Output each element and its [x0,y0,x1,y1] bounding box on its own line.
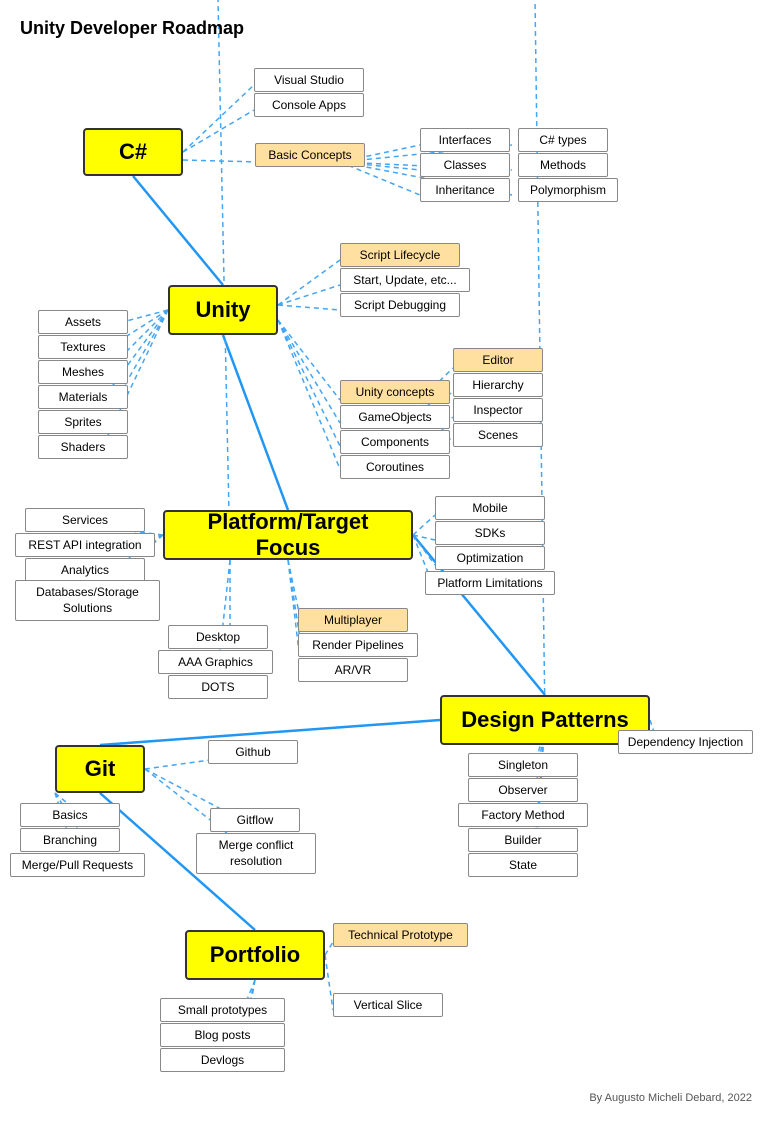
box-databases: Databases/StorageSolutions [15,580,160,621]
box-start-update: Start, Update, etc... [340,268,470,292]
box-components: Components [340,430,450,454]
box-dots: DOTS [168,675,268,699]
box-state: State [468,853,578,877]
box-optimization: Optimization [435,546,545,570]
box-platform-lim: Platform Limitations [425,571,555,595]
box-scenes: Scenes [453,423,543,447]
box-multiplayer: Multiplayer [298,608,408,632]
box-observer: Observer [468,778,578,802]
box-script-lifecycle: Script Lifecycle [340,243,460,267]
box-singleton: Singleton [468,753,578,777]
node-portfolio: Portfolio [185,930,325,980]
box-coroutines: Coroutines [340,455,450,479]
box-desktop: Desktop [168,625,268,649]
box-merge-conflict: Merge conflictresolution [196,833,316,874]
box-csharp-types: C# types [518,128,608,152]
box-inheritance: Inheritance [420,178,510,202]
box-factory-method: Factory Method [458,803,588,827]
box-sprites: Sprites [38,410,128,434]
box-ar-vr: AR/VR [298,658,408,682]
box-basics: Basics [20,803,120,827]
box-sdks: SDKs [435,521,545,545]
box-merge-pull: Merge/Pull Requests [10,853,145,877]
box-interfaces: Interfaces [420,128,510,152]
box-textures: Textures [38,335,128,359]
box-dependency-injection: Dependency Injection [618,730,753,754]
box-console-apps: Console Apps [254,93,364,117]
box-aaa-graphics: AAA Graphics [158,650,273,674]
box-meshes: Meshes [38,360,128,384]
box-assets: Assets [38,310,128,334]
box-basic-concepts: Basic Concepts [255,143,365,167]
node-platform: Platform/Target Focus [163,510,413,560]
box-analytics: Analytics [25,558,145,582]
box-github: Github [208,740,298,764]
box-unity-concepts: Unity concepts [340,380,450,404]
box-services: Services [25,508,145,532]
box-shaders: Shaders [38,435,128,459]
box-blog-posts: Blog posts [160,1023,285,1047]
box-polymorphism: Polymorphism [518,178,618,202]
box-devlogs: Devlogs [160,1048,285,1072]
box-small-prototypes: Small prototypes [160,998,285,1022]
box-gameobjects: GameObjects [340,405,450,429]
box-materials: Materials [38,385,128,409]
box-methods: Methods [518,153,608,177]
box-builder: Builder [468,828,578,852]
box-hierarchy: Hierarchy [453,373,543,397]
box-vertical-slice: Vertical Slice [333,993,443,1017]
page-title: Unity Developer Roadmap [20,18,244,39]
node-git: Git [55,745,145,793]
box-classes: Classes [420,153,510,177]
box-mobile: Mobile [435,496,545,520]
node-unity: Unity [168,285,278,335]
box-gitflow: Gitflow [210,808,300,832]
box-technical-proto: Technical Prototype [333,923,468,947]
box-visual-studio: Visual Studio [254,68,364,92]
box-inspector: Inspector [453,398,543,422]
node-csharp: C# [83,128,183,176]
box-script-debugging: Script Debugging [340,293,460,317]
watermark: By Augusto Micheli Debard, 2022 [589,1092,752,1104]
box-rest-api: REST API integration [15,533,155,557]
box-render-pipelines: Render Pipelines [298,633,418,657]
box-branching: Branching [20,828,120,852]
box-editor: Editor [453,348,543,372]
